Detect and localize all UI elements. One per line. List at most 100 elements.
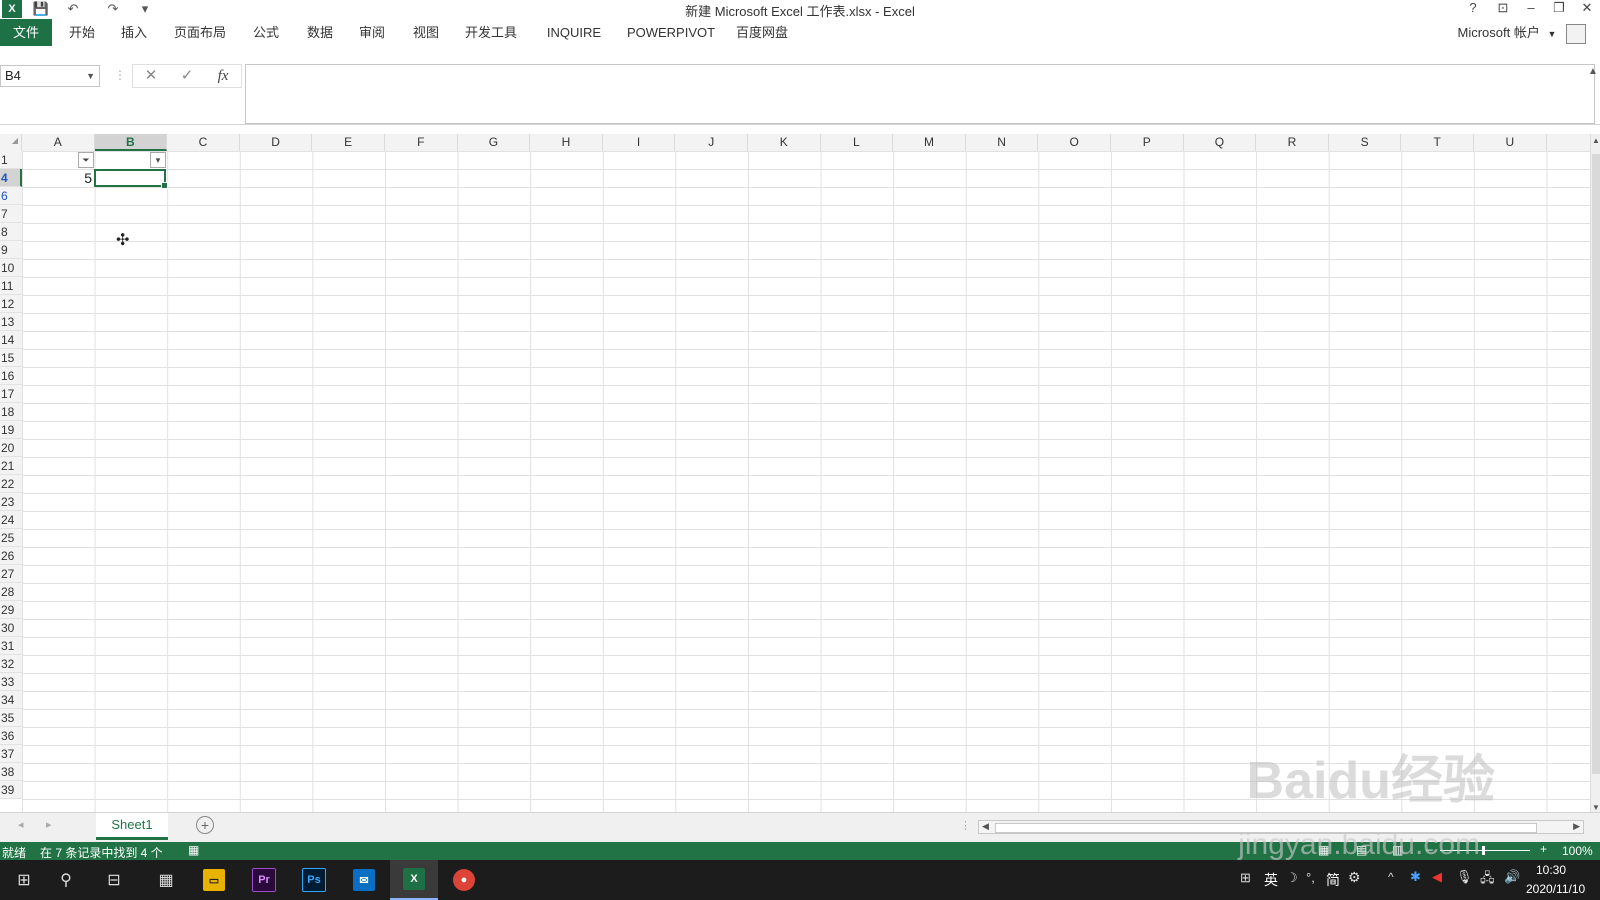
column-header[interactable]: I — [603, 134, 676, 151]
ribbon-display-options-button[interactable]: ⊡ — [1492, 0, 1514, 16]
row-header[interactable]: 26 — [0, 547, 22, 565]
row-header[interactable]: 7 — [0, 205, 22, 223]
zoom-in-icon[interactable]: + — [1540, 842, 1547, 856]
tab-developer[interactable]: 开发工具 — [458, 19, 524, 46]
row-header[interactable]: 30 — [0, 619, 22, 637]
row-header[interactable]: 11 — [0, 277, 22, 295]
scroll-down-icon[interactable]: ▼ — [1592, 803, 1600, 812]
row-header[interactable]: 31 — [0, 637, 22, 655]
column-header[interactable]: P — [1111, 134, 1184, 151]
next-sheet-icon[interactable]: ▸ — [46, 818, 52, 831]
column-header[interactable]: K — [748, 134, 821, 151]
column-header[interactable]: D — [240, 134, 313, 151]
formula-input[interactable] — [245, 64, 1595, 124]
selected-cell-b4[interactable] — [94, 169, 168, 189]
column-header[interactable]: Q — [1184, 134, 1257, 151]
row-header[interactable]: 27 — [0, 565, 22, 583]
row-header[interactable]: 28 — [0, 583, 22, 601]
row-header[interactable]: 23 — [0, 493, 22, 511]
zoom-slider-thumb[interactable] — [1482, 846, 1485, 855]
network-icon[interactable]: 🖧 — [1480, 869, 1495, 891]
row-header[interactable]: 29 — [0, 601, 22, 619]
row-header[interactable]: 20 — [0, 439, 22, 457]
insert-function-icon[interactable]: fx — [208, 66, 238, 86]
customize-quick-access-icon[interactable]: ▾ — [136, 0, 154, 18]
ime-simplified[interactable]: 简 — [1326, 870, 1340, 890]
row-header[interactable]: 6 — [0, 187, 22, 205]
row-header[interactable]: 9 — [0, 241, 22, 259]
row-header[interactable]: 4 — [0, 169, 22, 187]
photoshop-icon[interactable]: Ps — [290, 860, 338, 900]
row-header[interactable]: 15 — [0, 349, 22, 367]
row-header[interactable]: 12 — [0, 295, 22, 313]
scroll-right-icon[interactable]: ▶ — [1573, 821, 1580, 832]
column-header[interactable]: M — [893, 134, 966, 151]
row-header[interactable]: 35 — [0, 709, 22, 727]
premiere-pro-icon[interactable]: Pr — [240, 860, 288, 900]
row-header[interactable]: 33 — [0, 673, 22, 691]
column-header[interactable]: R — [1256, 134, 1329, 151]
tab-split-grip-icon[interactable]: ⋮ — [960, 819, 971, 832]
file-explorer-icon[interactable]: ▭ — [190, 860, 238, 900]
account-menu[interactable]: Microsoft 帐户 ▼ — [1457, 19, 1586, 46]
column-header[interactable]: H — [530, 134, 603, 151]
ime-settings-icon[interactable]: ⚙ — [1348, 869, 1361, 886]
column-header[interactable]: U — [1474, 134, 1547, 151]
column-header[interactable]: O — [1038, 134, 1111, 151]
save-icon[interactable]: 💾 — [30, 0, 52, 18]
show-hidden-icons-icon[interactable]: ^ — [1388, 870, 1394, 884]
column-header[interactable]: L — [821, 134, 894, 151]
row-header[interactable]: 25 — [0, 529, 22, 547]
search-icon[interactable]: ⚲ — [42, 860, 90, 900]
row-header[interactable]: 34 — [0, 691, 22, 709]
column-header[interactable]: B — [94, 134, 168, 151]
enter-icon[interactable]: ✓ — [172, 66, 202, 86]
column-header[interactable]: E — [312, 134, 385, 151]
row-header[interactable]: 16 — [0, 367, 22, 385]
previous-sheet-icon[interactable]: ◂ — [18, 818, 24, 831]
redo-icon[interactable]: ↷ — [100, 0, 126, 18]
row-header[interactable]: 17 — [0, 385, 22, 403]
microphone-icon[interactable]: 🎙 — [1456, 869, 1473, 885]
add-sheet-icon[interactable]: + — [196, 816, 214, 834]
row-header[interactable]: 19 — [0, 421, 22, 439]
row-header[interactable]: 38 — [0, 763, 22, 781]
filter-active-icon[interactable]: ⏷ — [78, 152, 94, 168]
row-header[interactable]: 1 — [0, 151, 22, 169]
tab-view[interactable]: 视图 — [406, 19, 446, 46]
help-button[interactable]: ? — [1462, 0, 1484, 16]
task-view-icon[interactable]: ⊟ — [90, 860, 138, 900]
restore-button[interactable]: ❐ — [1548, 0, 1570, 16]
cell-area[interactable]: ⏷ ▾ 5 ✣ — [22, 151, 1590, 814]
minimize-button[interactable]: – — [1520, 0, 1542, 16]
select-all-corner[interactable]: ◢ — [0, 134, 22, 151]
row-header[interactable]: 39 — [0, 781, 22, 799]
column-header[interactable]: A — [22, 134, 95, 151]
column-header[interactable]: T — [1401, 134, 1474, 151]
tab-inquire[interactable]: INQUIRE — [538, 19, 610, 46]
close-button[interactable]: ✕ — [1576, 0, 1598, 16]
tab-home[interactable]: 开始 — [62, 19, 102, 46]
row-header[interactable]: 36 — [0, 727, 22, 745]
calendar-app-icon[interactable]: ▦ — [142, 860, 190, 900]
row-header[interactable]: 10 — [0, 259, 22, 277]
windows-start-icon[interactable]: ⊞ — [0, 860, 48, 900]
ime-mode-icon[interactable]: ⊞ — [1240, 870, 1251, 886]
excel-taskbar-icon[interactable]: X — [390, 860, 438, 900]
cell-a4[interactable]: 5 — [22, 169, 92, 187]
ime-language[interactable]: 英 — [1264, 870, 1278, 890]
column-header[interactable]: F — [385, 134, 458, 151]
column-header[interactable]: J — [675, 134, 748, 151]
volume-icon[interactable]: 🔊 — [1504, 869, 1520, 885]
excel-app-icon[interactable]: X — [2, 0, 22, 18]
row-header[interactable]: 14 — [0, 331, 22, 349]
row-header[interactable]: 13 — [0, 313, 22, 331]
scroll-left-icon[interactable]: ◀ — [982, 821, 989, 832]
row-header[interactable]: 8 — [0, 223, 22, 241]
chrome-icon[interactable]: ● — [440, 860, 488, 900]
chevron-down-icon[interactable]: ▼ — [86, 66, 95, 86]
vertical-scrollbar[interactable]: ▲ ▼ — [1590, 134, 1600, 814]
clock-date[interactable]: 2020/11/10 — [1526, 882, 1585, 896]
row-header[interactable]: 21 — [0, 457, 22, 475]
collapse-formula-bar-icon[interactable]: ▲ — [1588, 66, 1598, 77]
